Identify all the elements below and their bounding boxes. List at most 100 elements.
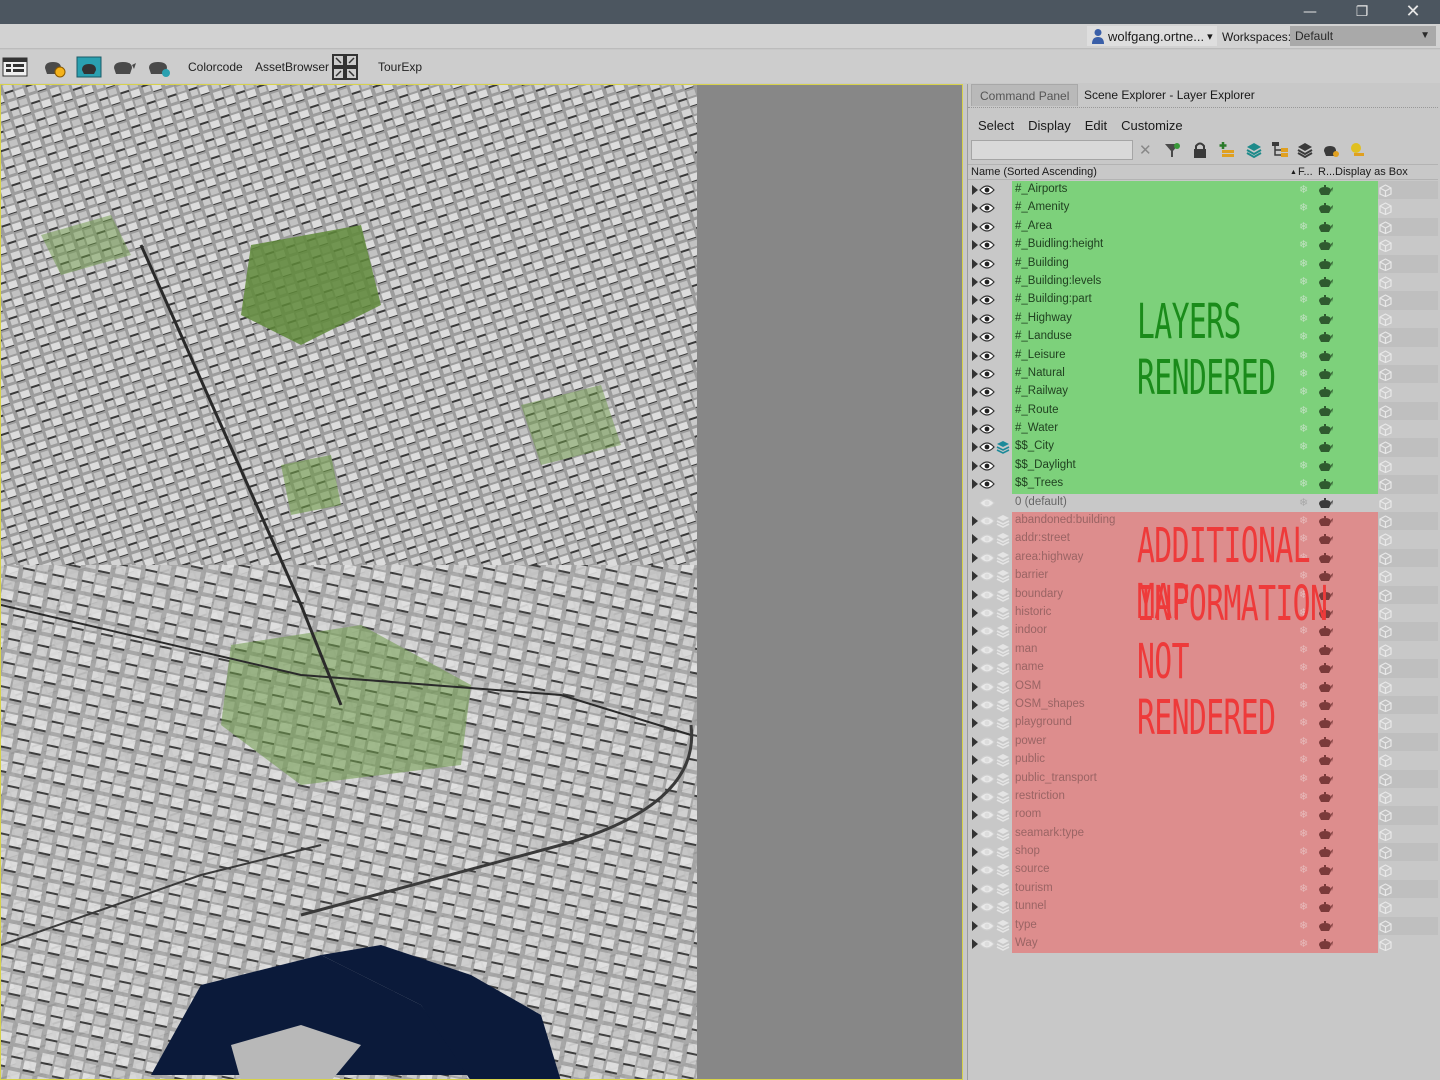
- menu-customize[interactable]: Customize: [1121, 118, 1182, 133]
- box-icon[interactable]: [1379, 588, 1392, 602]
- eye-icon[interactable]: [979, 736, 995, 748]
- eye-icon[interactable]: [979, 901, 995, 913]
- box-icon[interactable]: [1379, 570, 1392, 584]
- expand-arrow-icon[interactable]: [972, 571, 978, 582]
- layer-row[interactable]: type ❄: [968, 916, 1438, 936]
- expand-arrow-icon[interactable]: [972, 736, 978, 747]
- box-icon[interactable]: [1379, 368, 1392, 381]
- eye-icon[interactable]: [979, 350, 995, 362]
- teapot-icon[interactable]: [1317, 920, 1333, 932]
- eye-icon[interactable]: [979, 864, 995, 876]
- asset-browser-button[interactable]: AssetBrowser: [255, 60, 329, 74]
- render-setup-icon[interactable]: [42, 54, 68, 80]
- teapot-icon[interactable]: [1317, 478, 1333, 490]
- expand-arrow-icon[interactable]: [972, 203, 978, 214]
- expand-arrow-icon[interactable]: [972, 589, 978, 600]
- expand-arrow-icon[interactable]: [972, 479, 978, 490]
- expand-arrow-icon[interactable]: [972, 644, 978, 655]
- layer-row[interactable]: tunnel ❄: [968, 898, 1438, 917]
- box-icon[interactable]: [1379, 515, 1392, 529]
- eye-icon[interactable]: [979, 460, 995, 472]
- layer-row[interactable]: restriction ❄: [968, 787, 1438, 807]
- column-render[interactable]: R...: [1318, 166, 1335, 178]
- snowflake-icon[interactable]: ❄: [1299, 275, 1308, 288]
- expand-arrow-icon[interactable]: [972, 810, 978, 821]
- expand-arrow-icon[interactable]: [972, 405, 978, 416]
- render-activeshade-icon[interactable]: [146, 54, 172, 80]
- eye-icon[interactable]: [979, 754, 995, 766]
- hierarchy-icon[interactable]: [1271, 141, 1289, 159]
- expand-arrow-icon[interactable]: [972, 865, 978, 876]
- teapot-icon[interactable]: [1317, 239, 1333, 251]
- expand-arrow-icon[interactable]: [972, 699, 978, 710]
- box-icon[interactable]: [1379, 754, 1392, 768]
- restore-button[interactable]: ❐: [1337, 0, 1387, 24]
- box-icon[interactable]: [1379, 736, 1392, 749]
- expand-arrow-icon[interactable]: [972, 718, 978, 729]
- expand-arrow-icon[interactable]: [972, 185, 978, 195]
- snowflake-icon[interactable]: ❄: [1299, 790, 1308, 803]
- eye-icon[interactable]: [979, 589, 995, 601]
- box-icon[interactable]: [1379, 662, 1392, 676]
- eye-icon[interactable]: [979, 938, 995, 950]
- layer-row[interactable]: source ❄: [968, 861, 1438, 880]
- close-button[interactable]: ✕: [1388, 0, 1438, 24]
- expand-arrow-icon[interactable]: [972, 902, 978, 913]
- expand-arrow-icon[interactable]: [972, 516, 978, 527]
- expand-arrow-icon[interactable]: [972, 534, 978, 545]
- box-icon[interactable]: [1379, 827, 1392, 841]
- box-icon[interactable]: [1379, 680, 1392, 694]
- teapot-icon[interactable]: [1317, 791, 1333, 803]
- tab-scene-explorer[interactable]: Scene Explorer - Layer Explorer: [1076, 84, 1263, 106]
- teapot-icon[interactable]: [1317, 773, 1333, 785]
- snowflake-icon[interactable]: ❄: [1299, 900, 1308, 913]
- teapot-icon[interactable]: [1317, 901, 1333, 913]
- layer-row[interactable]: tourism ❄: [968, 879, 1438, 899]
- expand-arrow-icon[interactable]: [972, 847, 978, 858]
- snowflake-icon[interactable]: ❄: [1299, 459, 1308, 472]
- snowflake-icon[interactable]: ❄: [1299, 882, 1308, 895]
- eye-icon[interactable]: [979, 478, 995, 490]
- eye-icon[interactable]: [979, 294, 995, 306]
- eye-icon[interactable]: [979, 331, 995, 343]
- light-layer-icon[interactable]: [1348, 141, 1366, 159]
- render-production-icon[interactable]: [111, 54, 137, 80]
- snowflake-icon[interactable]: ❄: [1299, 201, 1308, 214]
- rendered-frame-icon[interactable]: [76, 54, 102, 80]
- eye-icon[interactable]: [979, 497, 995, 509]
- box-icon[interactable]: [1379, 699, 1392, 712]
- scene-table-icon[interactable]: [2, 54, 28, 80]
- colorcode-button[interactable]: Colorcode: [188, 60, 243, 74]
- box-icon[interactable]: [1379, 644, 1392, 657]
- expand-arrow-icon[interactable]: [972, 920, 978, 931]
- expand-arrow-icon[interactable]: [972, 350, 978, 361]
- teapot-icon[interactable]: [1317, 202, 1333, 214]
- layer-row[interactable]: seamark:type ❄: [968, 824, 1438, 844]
- clear-search-icon[interactable]: ✕: [1139, 141, 1152, 159]
- snowflake-icon[interactable]: ❄: [1299, 238, 1308, 251]
- snowflake-icon[interactable]: ❄: [1299, 220, 1308, 233]
- box-icon[interactable]: [1379, 717, 1392, 731]
- box-icon[interactable]: [1379, 552, 1392, 565]
- expand-arrow-icon[interactable]: [972, 626, 978, 637]
- lock-icon[interactable]: [1191, 141, 1209, 159]
- snowflake-icon[interactable]: ❄: [1299, 863, 1308, 876]
- expand-arrow-icon[interactable]: [972, 387, 978, 398]
- eye-icon[interactable]: [979, 258, 995, 270]
- expand-arrow-icon[interactable]: [972, 663, 978, 674]
- expand-arrow-icon[interactable]: [972, 221, 978, 232]
- expand-arrow-icon[interactable]: [972, 313, 978, 324]
- eye-icon[interactable]: [979, 920, 995, 932]
- search-input[interactable]: [971, 140, 1133, 160]
- teapot-icon[interactable]: [1317, 497, 1333, 509]
- teapot-icon[interactable]: [1317, 938, 1333, 950]
- eye-icon[interactable]: [979, 202, 995, 214]
- eye-icon[interactable]: [979, 423, 995, 435]
- layer-row[interactable]: room ❄: [968, 806, 1438, 825]
- snowflake-icon[interactable]: ❄: [1299, 845, 1308, 858]
- eye-icon[interactable]: [979, 221, 995, 233]
- create-layer-icon[interactable]: [1218, 141, 1236, 159]
- box-icon[interactable]: [1379, 864, 1392, 878]
- menu-display[interactable]: Display: [1028, 118, 1071, 133]
- eye-icon[interactable]: [979, 773, 995, 785]
